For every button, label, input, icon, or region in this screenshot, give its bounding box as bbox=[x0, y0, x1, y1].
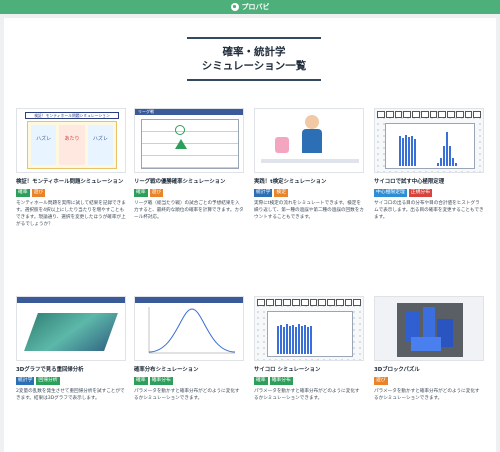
tag-distribution[interactable]: 確率分布 bbox=[149, 377, 173, 385]
card-probability-distribution[interactable]: 確率分布シミュレーション 確率 確率分布 パラメータを動かすと確率分布がどのよう… bbox=[134, 296, 244, 402]
thumb-banner: 検証！モンティホール問題シミュレーション bbox=[25, 112, 119, 119]
tag-probability[interactable]: 確率 bbox=[134, 377, 148, 385]
card-monty-hall[interactable]: 検証！モンティホール問題シミュレーション ハズレ あたり ハズレ 検証！モンティ… bbox=[16, 108, 126, 228]
tag-test[interactable]: 検定 bbox=[274, 189, 289, 197]
card-thumbnail bbox=[254, 108, 364, 173]
card-thumbnail bbox=[374, 296, 484, 361]
door-label: あたり bbox=[64, 136, 80, 142]
card-title[interactable]: サイコロで試す中心極限定理 bbox=[374, 179, 484, 186]
tag-probability[interactable]: 確率 bbox=[134, 189, 148, 197]
card-description: モンティホール問題を実際に試して結果を記録できます。選択肢を4択以上にしたり当た… bbox=[16, 201, 126, 227]
card-title[interactable]: 3Dブロックパズル bbox=[374, 367, 484, 374]
door-label: ハズレ bbox=[36, 136, 52, 142]
tag-play[interactable]: 遊び bbox=[374, 377, 388, 385]
tag-normal-dist[interactable]: 正規分布 bbox=[408, 189, 432, 197]
tag-regression[interactable]: 回帰分析 bbox=[36, 377, 60, 385]
card-description: 2変量の乱数を発生させて重回帰分析を試すことができます。結果は3Dグラフで表示し… bbox=[16, 389, 125, 401]
card-3d-block-puzzle[interactable]: 3Dブロックパズル 遊び パラメータを動かすと確率分布がどのように変化するかシミ… bbox=[374, 296, 484, 402]
card-description: パラメータを動かすと確率分布がどのように変化するかシミュレーションできます。 bbox=[374, 389, 480, 401]
tag-play[interactable]: 遊び bbox=[31, 189, 46, 197]
tag-probability[interactable]: 確率 bbox=[16, 189, 30, 197]
card-title[interactable]: 確率分布シミュレーション bbox=[134, 367, 244, 374]
brand-name[interactable]: プロバビ bbox=[242, 2, 270, 12]
card-thumbnail: リーグ戦 bbox=[134, 108, 244, 173]
logo-icon bbox=[230, 3, 239, 11]
card-title[interactable]: サイコロ シミュレーション bbox=[254, 367, 364, 374]
top-bar: プロバビ bbox=[0, 0, 500, 14]
card-thumbnail bbox=[254, 296, 364, 361]
content-panel: 確率・統計学 シミュレーション一覧 検証！モンティホール問題シミュレーション ハ… bbox=[4, 18, 496, 452]
card-title[interactable]: 実践！t検定シミュレーション bbox=[254, 179, 364, 186]
tag-statistics[interactable]: 統計学 bbox=[254, 189, 273, 197]
card-title[interactable]: リーグ戦の優勝確率シミュレーション bbox=[134, 179, 244, 186]
card-t-test[interactable]: 実践！t検定シミュレーション 統計学 検定 実際にt検定の流れをシミュレートでき… bbox=[254, 108, 364, 221]
card-dice-simulation[interactable]: サイコロ シミュレーション 確率 確率分布 パラメータを動かすと確率分布がどのよ… bbox=[254, 296, 364, 402]
tag-distribution[interactable]: 確率分布 bbox=[269, 377, 293, 385]
card-title[interactable]: 3Dグラフで見る重回帰分析 bbox=[16, 367, 126, 374]
card-thumbnail: 検証！モンティホール問題シミュレーション ハズレ あたり ハズレ bbox=[16, 108, 126, 173]
card-thumbnail bbox=[134, 296, 244, 361]
page-title-line2: シミュレーション一覧 bbox=[201, 60, 307, 72]
page-title-line1: 確率・統計学 bbox=[222, 46, 286, 58]
card-multiple-regression[interactable]: 3Dグラフで見る重回帰分析 統計学 回帰分析 2変量の乱数を発生させて重回帰分析… bbox=[16, 296, 126, 402]
card-thumbnail bbox=[374, 108, 484, 173]
card-league-probability[interactable]: リーグ戦 リーグ戦の優勝確率シミュレーション 確率 遊び リーグ戦（総当たり戦）… bbox=[134, 108, 244, 221]
card-description: 実際にt検定の流れをシミュレートできます。検定を繰り返して、第一種の過誤や第二種… bbox=[254, 201, 364, 220]
card-description: サイコロの出る目の分布や目の合計値をヒストグラムで表示します。出る目の確率を変更… bbox=[374, 201, 484, 220]
card-central-limit[interactable]: サイコロで試す中心極限定理 中心極限定理 正規分布 サイコロの出る目の分布や目の… bbox=[374, 108, 484, 221]
door-label: ハズレ bbox=[92, 136, 108, 142]
tag-probability[interactable]: 確率 bbox=[254, 377, 268, 385]
card-description: リーグ戦（総当たり戦）の試合ごとの予想結果を入力すると、最終的な順位の確率を計算… bbox=[134, 201, 244, 220]
tag-statistics[interactable]: 統計学 bbox=[16, 377, 35, 385]
thumb-header: リーグ戦 bbox=[138, 109, 154, 114]
card-description: パラメータを動かすと確率分布がどのように変化するかシミュレーションできます。 bbox=[134, 389, 240, 401]
tag-play[interactable]: 遊び bbox=[149, 189, 164, 197]
page-title: 確率・統計学 シミュレーション一覧 bbox=[187, 37, 321, 81]
card-thumbnail bbox=[16, 296, 126, 361]
card-title[interactable]: 検証！モンティホール問題シミュレーション bbox=[16, 179, 126, 186]
card-description: パラメータを動かすと確率分布がどのように変化するかシミュレーションできます。 bbox=[254, 389, 360, 401]
tag-central-limit[interactable]: 中心極限定理 bbox=[374, 189, 407, 197]
